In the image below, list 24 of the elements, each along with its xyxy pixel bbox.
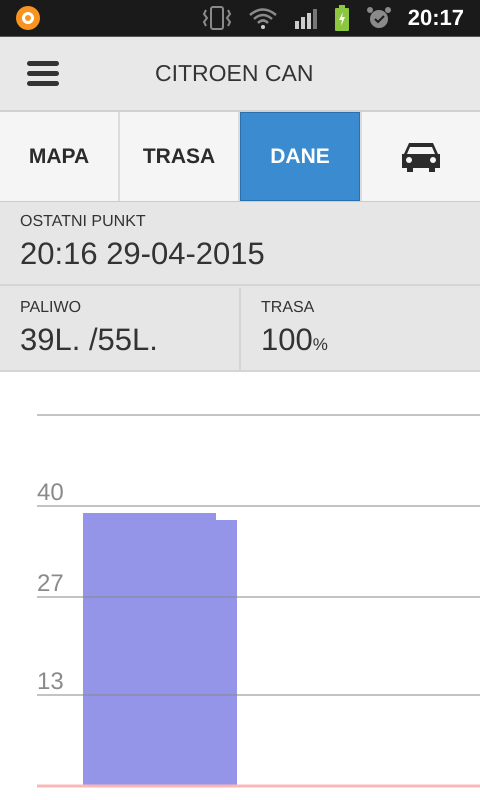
vehicle-tab[interactable] <box>362 112 480 201</box>
y-tick-label: 27 <box>37 570 64 597</box>
signal-icon <box>294 6 318 29</box>
tab[interactable]: DANE <box>240 112 360 201</box>
clock-time: 20:17 <box>408 4 464 32</box>
stat-value: 39L. /55L. <box>20 321 158 359</box>
stat-value: 100 <box>261 321 313 359</box>
battery-icon <box>334 4 350 31</box>
stat-label: TRASA <box>261 298 316 318</box>
stat-label: PALIWO <box>20 298 82 318</box>
y-tick-label: 13 <box>37 668 64 695</box>
menu-icon[interactable] <box>27 60 59 86</box>
tab[interactable]: MAPA <box>0 112 118 201</box>
tab[interactable]: TRASA <box>120 112 238 201</box>
wifi-icon <box>248 6 278 29</box>
app-title: CITROEN CAN <box>155 59 314 88</box>
y-tick-label: 40 <box>37 479 64 506</box>
last-point-label: OSTATNI PUNKT <box>20 212 147 232</box>
stat-unit: % <box>312 334 328 356</box>
alarm-clock-icon <box>366 4 392 31</box>
vibrate-icon <box>202 6 232 30</box>
car-icon <box>400 140 442 172</box>
app-notification-icon <box>16 6 40 30</box>
last-point-value: 20:16 29-04-2015 <box>20 235 266 273</box>
